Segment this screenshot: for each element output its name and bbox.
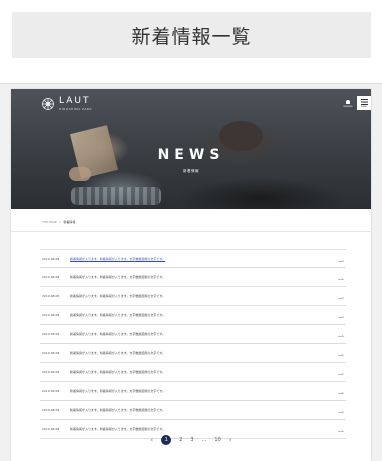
menu-button[interactable]: MENU [357, 96, 371, 110]
breadcrumb-home[interactable]: TOP PAGE [42, 220, 57, 224]
news-title-link[interactable]: 新着情報が入ります。新着情報が入ります。文字数確認用の文字です。 [70, 313, 165, 317]
news-date: 2019.08.08 [42, 389, 60, 393]
news-title-link[interactable]: 新着情報が入ります。新着情報が入ります。文字数確認用の文字です。 [70, 332, 165, 336]
hero-banner: LAUT HIROSHIMA PARK RESERVE MENU NEWS 新着… [11, 89, 371, 209]
pagination-ellipsis: ... [201, 437, 207, 443]
news-date: 2019.08.08 [42, 408, 60, 412]
logo-mark-icon [42, 98, 54, 110]
news-item[interactable]: 2019.08.08 新着情報が入ります。新着情報が入ります。文字数確認用の文字… [40, 306, 346, 325]
arrow-right-icon [338, 277, 344, 280]
hero-photo-blanket [71, 187, 161, 205]
hero-subtitle: 新着情報 [183, 169, 199, 173]
news-item[interactable]: 2019.08.08 新着情報が入ります。新着情報が入ります。文字数確認用の文字… [40, 401, 346, 420]
arrow-right-icon [338, 259, 344, 262]
news-list: 2019.08.08 新着情報が入ります。新着情報が入ります。文字数確認用の文字… [40, 249, 346, 439]
menu-label: MENU [361, 105, 367, 108]
pagination: ‹ 1 2 3 ... 10 › [11, 435, 371, 445]
pagination-page[interactable]: 2 [179, 437, 182, 443]
pagination-page-last[interactable]: 10 [214, 437, 220, 443]
news-item[interactable]: 2019.08.08 新着情報が入ります。新着情報が入ります。文字数確認用の文字… [40, 325, 346, 344]
news-date: 2019.08.08 [42, 351, 60, 355]
news-title-link[interactable]: 新着情報が入ります。新着情報が入ります。文字数確認用の文字です。 [70, 408, 165, 412]
pagination-next[interactable]: › [229, 436, 232, 444]
reserve-label: RESERVE [343, 105, 353, 108]
news-date: 2019.08.08 [42, 427, 60, 431]
site-preview-frame: LAUT HIROSHIMA PARK RESERVE MENU NEWS 新着… [0, 83, 382, 461]
news-item[interactable]: 2019.08.08 新着情報が入ります。新着情報が入ります。文字数確認用の文字… [40, 363, 346, 382]
arrow-right-icon [338, 372, 344, 375]
logo-text: LAUT [59, 96, 91, 106]
pagination-page[interactable]: 3 [190, 437, 193, 443]
news-title-link[interactable]: 新着情報が入ります。新着情報が入ります。文字数確認用の文字です。 [70, 389, 165, 393]
menu-icon [360, 98, 368, 105]
page-title: 新着情報一覧 [131, 25, 252, 48]
news-title-link[interactable]: 新着情報が入ります。新着情報が入ります。文字数確認用の文字です。 [70, 427, 165, 431]
breadcrumb-divider [11, 231, 371, 232]
news-item[interactable]: 2019.08.08 新着情報が入ります。新着情報が入ります。文字数確認用の文字… [40, 268, 346, 287]
news-item[interactable]: 2019.08.08 新着情報が入ります。新着情報が入ります。文字数確認用の文字… [40, 249, 346, 268]
pagination-page-current[interactable]: 1 [161, 435, 172, 445]
arrow-right-icon [338, 334, 344, 337]
news-title-link[interactable]: 新着情報が入ります。新着情報が入ります。文字数確認用の文字です。 [70, 370, 165, 374]
logo-subtext: HIROSHIMA PARK [59, 107, 92, 111]
hero-title: NEWS [157, 147, 225, 163]
news-item[interactable]: 2019.08.08 新着情報が入ります。新着情報が入ります。文字数確認用の文字… [40, 287, 346, 306]
news-item[interactable]: 2019.08.08 新着情報が入ります。新着情報が入ります。文字数確認用の文字… [40, 382, 346, 401]
breadcrumb: TOP PAGE > 新着情報 [42, 220, 75, 224]
arrow-right-icon [338, 296, 344, 299]
arrow-right-icon [338, 353, 344, 356]
site-logo[interactable]: LAUT HIROSHIMA PARK [41, 97, 92, 111]
breadcrumb-separator: > [58, 220, 62, 224]
news-date: 2019.08.08 [42, 313, 60, 317]
arrow-right-icon [338, 410, 344, 413]
news-title-link[interactable]: 新着情報が入ります。新着情報が入ります。文字数確認用の文字です。 [70, 257, 165, 261]
pagination-prev[interactable]: ‹ [150, 436, 153, 444]
news-item[interactable]: 2019.08.08 新着情報が入ります。新着情報が入ります。文字数確認用の文字… [40, 344, 346, 363]
site-page: LAUT HIROSHIMA PARK RESERVE MENU NEWS 新着… [11, 89, 371, 461]
arrow-right-icon [338, 429, 344, 432]
news-date: 2019.08.08 [42, 332, 60, 336]
arrow-right-icon [338, 315, 344, 318]
reserve-icon [346, 99, 350, 104]
header-actions: RESERVE MENU [341, 96, 371, 110]
news-date: 2019.08.08 [42, 370, 60, 374]
news-title-link[interactable]: 新着情報が入ります。新着情報が入ります。文字数確認用の文字です。 [70, 275, 165, 279]
news-title-link[interactable]: 新着情報が入ります。新着情報が入ります。文字数確認用の文字です。 [70, 351, 165, 355]
news-date: 2019.08.08 [42, 256, 60, 261]
news-date: 2019.08.08 [42, 275, 60, 279]
breadcrumb-current: 新着情報 [63, 220, 76, 224]
page-title-bar: 新着情報一覧 [12, 12, 371, 58]
reserve-button[interactable]: RESERVE [341, 96, 355, 110]
news-date: 2019.08.08 [42, 294, 60, 298]
arrow-right-icon [338, 391, 344, 394]
news-title-link[interactable]: 新着情報が入ります。新着情報が入ります。文字数確認用の文字です。 [70, 294, 165, 298]
